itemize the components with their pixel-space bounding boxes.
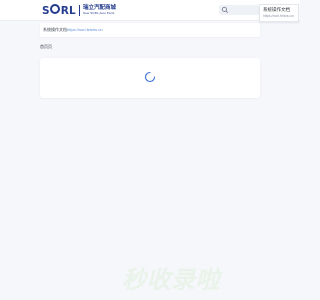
logo-english-name: New SORL Auto Parts [82,11,115,16]
search-icon[interactable] [221,6,229,14]
document-link-bar: 系统操作文档 https://sorl.feishu.cn [40,23,260,37]
sorl-logo[interactable]: S RL 瑞立汽配商城 New SORL Auto Parts [42,4,116,17]
logo-divider [78,5,80,16]
logo-ring-icon [50,4,61,14]
document-link-url[interactable]: https://sorl.feishu.cn [67,23,103,37]
watermark-text: 秒收录啦 [122,267,220,294]
logo-text: 瑞立汽配商城 New SORL Auto Parts [82,5,116,16]
loading-spinner-icon [144,71,156,83]
popup-url[interactable]: https://sorl.feishu.cn [263,14,294,18]
document-link-title: 系统操作文档 [43,27,67,32]
search-box[interactable] [219,5,259,15]
search-input[interactable] [230,6,256,14]
document-popup[interactable]: 系统操作文档 https://sorl.feishu.cn [259,4,299,22]
logo-mark: S RL [42,4,76,17]
content-card [40,58,260,98]
popup-title: 系统操作文档 [263,7,290,12]
breadcrumb: 首页页 [40,44,52,49]
top-navigation-bar: S RL 瑞立汽配商城 New SORL Auto Parts [0,0,300,21]
